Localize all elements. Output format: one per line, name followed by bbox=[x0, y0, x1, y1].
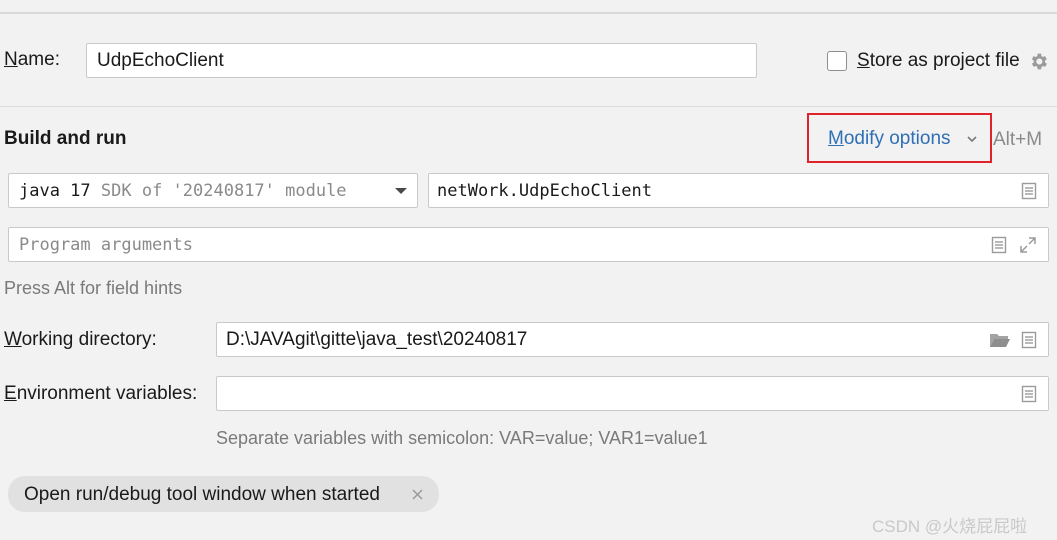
environment-variables-input[interactable] bbox=[216, 376, 1049, 411]
close-icon[interactable] bbox=[411, 488, 424, 501]
build-and-run-title: Build and run bbox=[4, 128, 127, 149]
program-arguments-input[interactable]: Program arguments bbox=[8, 227, 1049, 262]
dropdown-arrow-icon[interactable] bbox=[393, 186, 409, 196]
expand-icon[interactable] bbox=[1019, 236, 1037, 254]
document-icon[interactable] bbox=[1021, 385, 1037, 403]
name-input-value: UdpEchoClient bbox=[97, 50, 224, 71]
working-directory-value: D:\JAVAgit\gitte\java_test\20240817 bbox=[226, 329, 528, 350]
modify-options-link[interactable]: Modify options bbox=[828, 128, 951, 150]
environment-variables-hint: Separate variables with semicolon: VAR=v… bbox=[216, 428, 708, 448]
store-as-project-file-label[interactable]: Store as project file bbox=[857, 50, 1020, 72]
environment-variables-label: Environment variables: bbox=[4, 383, 198, 404]
main-class-input[interactable]: netWork.UdpEchoClient bbox=[428, 173, 1049, 208]
store-as-project-file-checkbox[interactable] bbox=[827, 51, 847, 71]
document-icon[interactable] bbox=[1021, 182, 1037, 200]
section-divider bbox=[0, 106, 1057, 107]
sdk-version: java 17 bbox=[19, 181, 91, 201]
name-label: Name: bbox=[4, 49, 60, 70]
modify-options-shortcut: Alt+M bbox=[993, 129, 1043, 150]
name-input[interactable]: UdpEchoClient bbox=[86, 43, 757, 78]
main-class-value: netWork.UdpEchoClient bbox=[437, 181, 652, 201]
watermark-text: CSDN @火烧屁屁啦 bbox=[872, 517, 1028, 536]
working-directory-label: Working directory: bbox=[4, 329, 157, 350]
document-icon[interactable] bbox=[1021, 331, 1037, 349]
settings-gear-icon[interactable] bbox=[1028, 51, 1049, 72]
program-arguments-placeholder: Program arguments bbox=[19, 235, 193, 255]
open-tool-window-label: Open run/debug tool window when started bbox=[24, 484, 380, 505]
chevron-down-icon[interactable] bbox=[965, 133, 979, 145]
top-divider bbox=[0, 12, 1057, 14]
sdk-select[interactable]: java 17 SDK of '20240817' module bbox=[8, 173, 418, 208]
document-icon[interactable] bbox=[991, 236, 1007, 254]
open-tool-window-chip[interactable]: Open run/debug tool window when started bbox=[8, 476, 439, 512]
working-directory-input[interactable]: D:\JAVAgit\gitte\java_test\20240817 bbox=[216, 322, 1049, 357]
folder-icon[interactable] bbox=[989, 332, 1011, 349]
sdk-description: SDK of '20240817' module bbox=[100, 181, 347, 201]
field-hints-text: Press Alt for field hints bbox=[4, 278, 183, 298]
